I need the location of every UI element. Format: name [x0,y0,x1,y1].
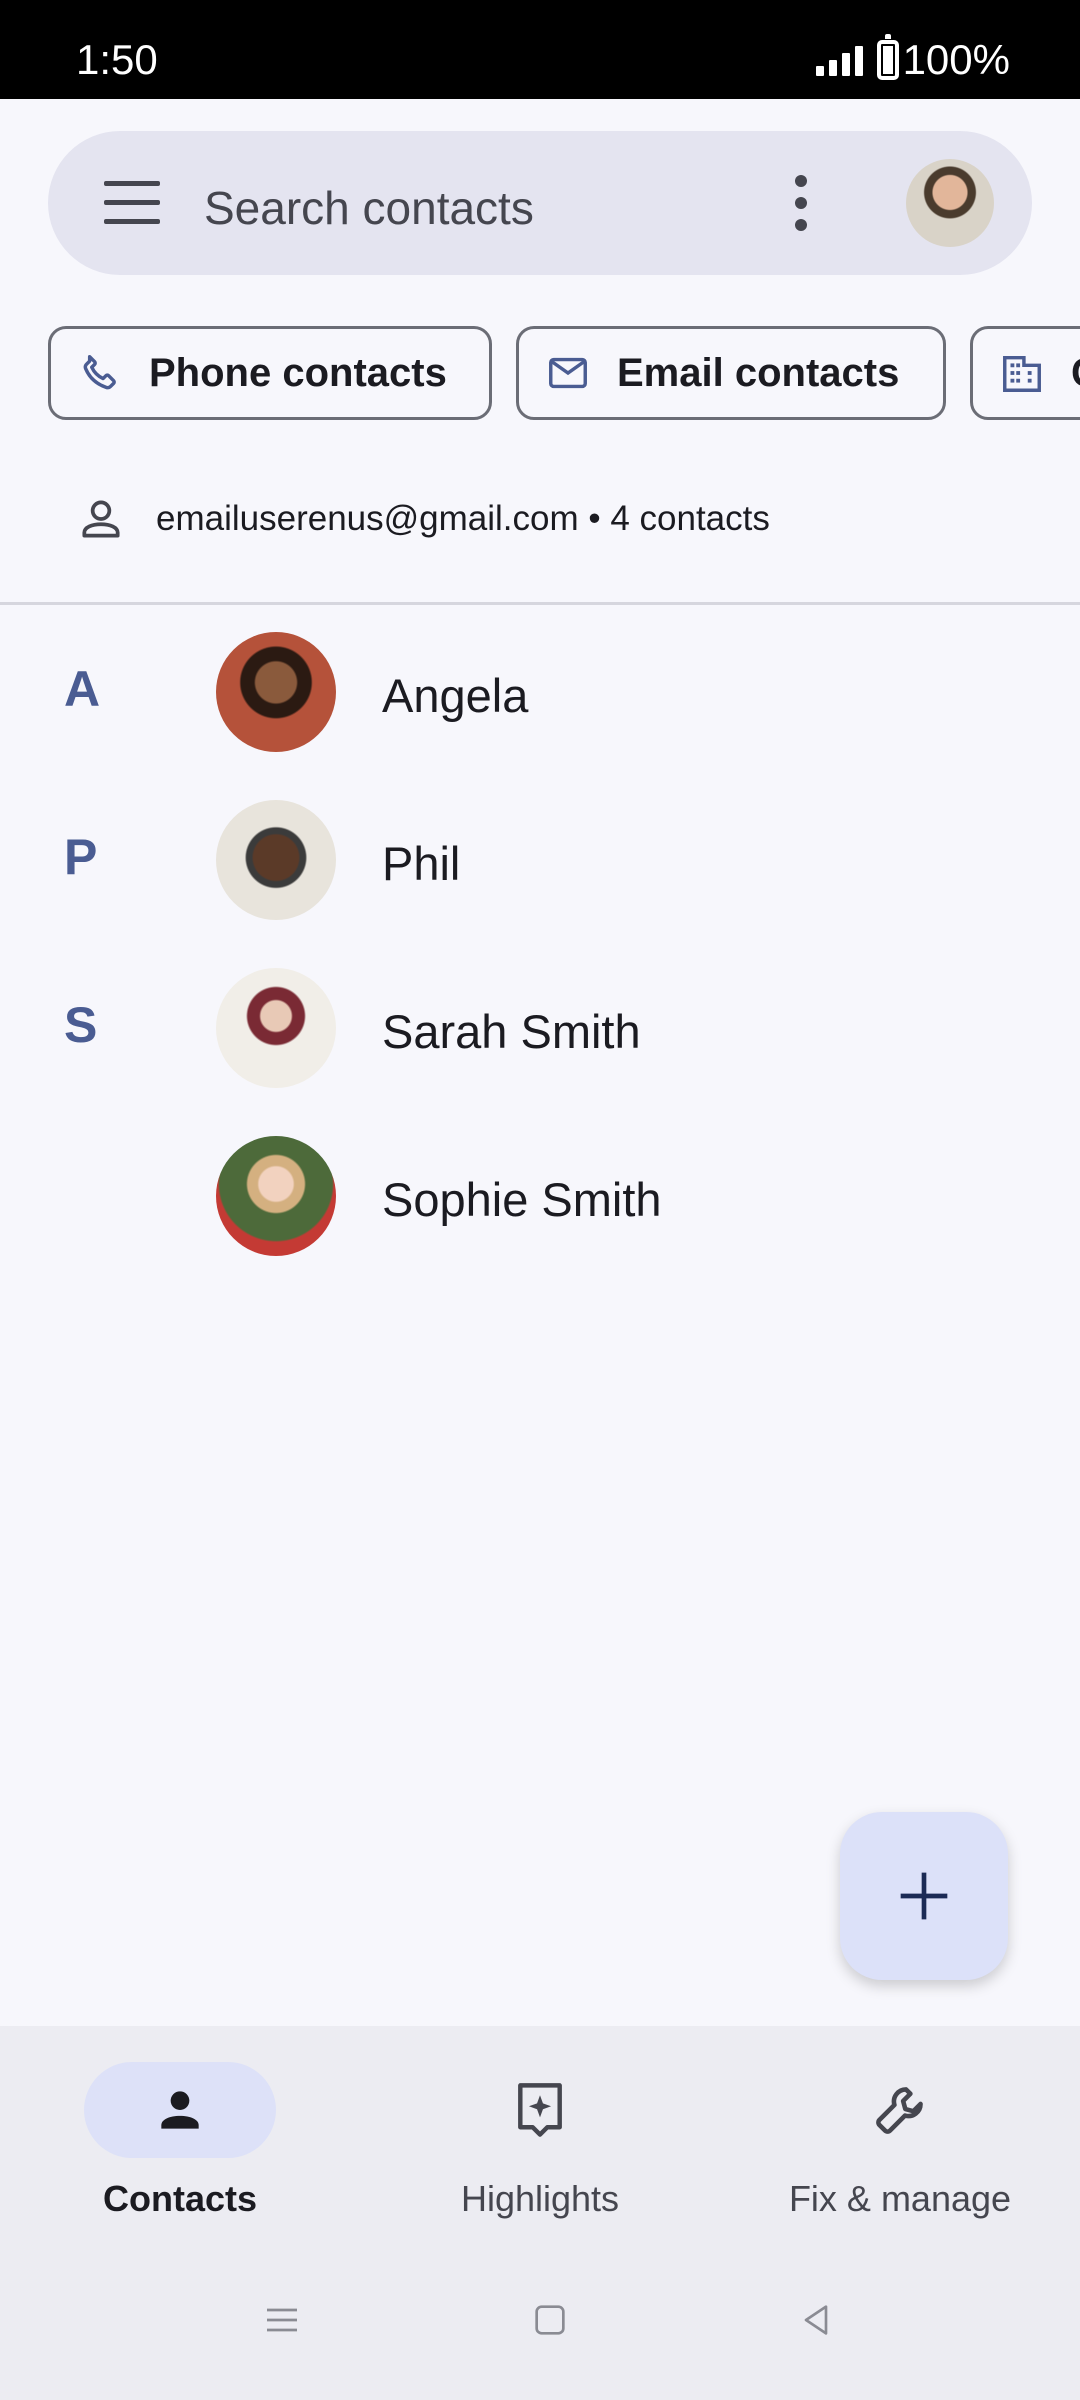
chip-label: Email contacts [617,350,900,395]
divider [0,602,1080,605]
nav-label: Highlights [460,2178,620,2219]
status-indicators: 100% [815,34,1010,84]
contact-name: Sarah Smith [382,1005,641,1058]
signal-icon [815,44,863,76]
nav-label: Contacts [102,2178,258,2219]
nav-label: Fix & manage [788,2178,1012,2219]
plus-icon [900,1872,948,1920]
contact-row[interactable]: S Sarah Smith [0,950,1080,1100]
contact-name: Angela [382,669,529,722]
account-avatar[interactable] [906,159,994,247]
chip-email-contacts[interactable]: Email contacts [516,326,946,420]
account-summary: emailuserenus@gmail.com • 4 contacts [76,494,770,544]
chip-label: C [1071,351,1080,396]
search-input[interactable]: Search contacts [204,181,534,235]
battery-level: 100% [902,36,1010,83]
contact-row[interactable]: Sophie Smith [0,1118,1080,1268]
section-letter: A [64,661,101,717]
contact-name: Phil [382,837,461,890]
nav-item-contacts[interactable]: Contacts [30,2062,330,2262]
status-time: 1:50 [76,36,158,83]
nav-icon-container [804,2062,996,2158]
contact-avatar [216,1136,336,1256]
contact-avatar [216,632,336,752]
section-letter: S [64,997,98,1053]
nav-icon-container [444,2062,636,2158]
building-icon [1003,355,1041,392]
mail-icon [549,357,587,389]
system-navigation [0,2300,1080,2370]
more-options-icon[interactable] [786,173,816,233]
status-bar: 1:50 100% [0,0,1080,99]
nav-item-fix-manage[interactable]: Fix & manage [750,2062,1050,2262]
nav-item-highlights[interactable]: Highlights [390,2062,690,2262]
recents-icon[interactable] [262,2300,302,2340]
contact-name: Sophie Smith [382,1173,662,1226]
contact-row[interactable]: P Phil [0,782,1080,932]
add-contact-button[interactable] [840,1812,1008,1980]
person-icon [161,2091,199,2129]
sparkle-icon [518,2083,562,2137]
nav-active-indicator [84,2062,276,2158]
search-bar[interactable]: Search contacts [48,131,1032,275]
contact-row[interactable]: A Angela [0,614,1080,764]
battery-icon [876,34,899,80]
contact-avatar [216,968,336,1088]
contact-avatar [216,800,336,920]
chip-phone-contacts[interactable]: Phone contacts [48,326,492,420]
chip-label: Phone contacts [149,350,447,395]
chip-organization[interactable]: C [970,326,1080,420]
phone-icon [83,354,116,390]
wrench-icon [876,2087,923,2134]
filter-chips: Phone contacts Email contacts C [0,326,1080,422]
back-icon[interactable] [796,2300,836,2340]
section-letter: P [64,829,98,885]
menu-icon[interactable] [104,181,160,225]
account-text: emailuserenus@gmail.com • 4 contacts [156,499,770,538]
home-icon[interactable] [530,2300,570,2340]
person-outline-icon [82,500,120,538]
